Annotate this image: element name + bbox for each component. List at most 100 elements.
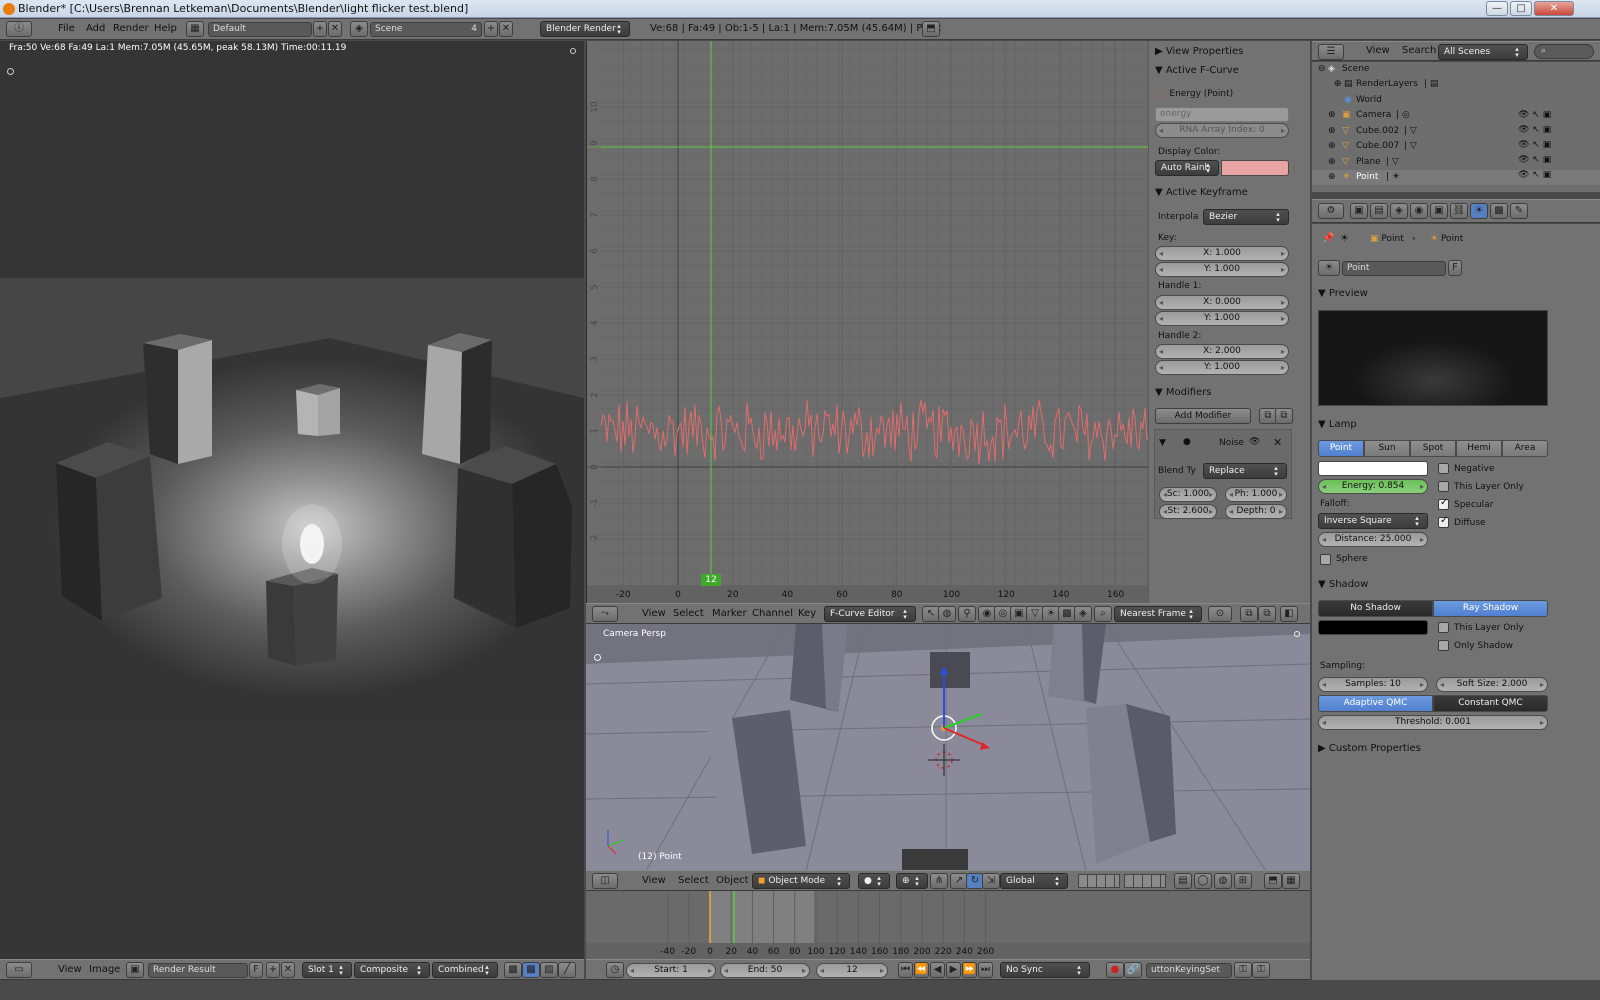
- paste-modifier-icon[interactable]: ⧉: [1275, 408, 1293, 424]
- lamp-data-tab-icon[interactable]: ☀: [1470, 203, 1488, 219]
- menu-select[interactable]: Select: [678, 874, 709, 888]
- transform-orientation-dropdown[interactable]: Global: [1000, 873, 1068, 889]
- diffuse-checkbox[interactable]: [1438, 515, 1449, 528]
- search-icon[interactable]: ⌕: [1094, 606, 1112, 622]
- collapse-icon[interactable]: ▼: [1159, 438, 1166, 448]
- outliner-item-camera[interactable]: ⊕ ▣ Camera | ◎: [1312, 108, 1600, 123]
- outliner-item-world[interactable]: ◉ World: [1312, 93, 1600, 108]
- panel-modifiers[interactable]: ▼ Modifiers: [1155, 387, 1212, 398]
- panel-shadow[interactable]: ▼ Shadow: [1318, 579, 1368, 590]
- menu-search[interactable]: Search: [1402, 44, 1436, 58]
- opengl-render-icon[interactable]: ▦: [1282, 873, 1300, 889]
- unlink-image-button[interactable]: ✕: [281, 962, 295, 978]
- render-layer-dropdown[interactable]: Composite: [354, 962, 430, 978]
- sync-mode-dropdown[interactable]: No Sync: [1000, 962, 1090, 978]
- handle1-x-field[interactable]: X: 0.000: [1155, 295, 1289, 310]
- outliner-item-plane[interactable]: ⊕ ▽ Plane | ▽: [1312, 155, 1600, 170]
- noise-strength-field[interactable]: St: 2.600: [1159, 504, 1217, 519]
- lamp-datablock-field[interactable]: Point: [1342, 261, 1446, 276]
- key-y-field[interactable]: Y: 1.000: [1155, 262, 1289, 277]
- maximize-button[interactable]: □: [1510, 1, 1532, 16]
- menu-view[interactable]: View: [1366, 44, 1390, 58]
- only-shadow-checkbox[interactable]: [1438, 640, 1449, 651]
- menu-view[interactable]: View: [642, 607, 666, 621]
- restrict-toggles[interactable]: 👁 ↖ ▣ 👁 ↖ ▣ 👁 ↖ ▣ 👁 ↖ ▣ 👁 ↖ ▣: [1518, 108, 1551, 183]
- color-alpha-icon[interactable]: ▩: [522, 962, 540, 978]
- lamp-type-spot[interactable]: Spot: [1410, 440, 1456, 457]
- menu-key[interactable]: Key: [798, 607, 816, 621]
- render-tab-icon[interactable]: ▣: [1350, 203, 1368, 219]
- play-icon[interactable]: ▶: [946, 962, 961, 978]
- timeline-plot[interactable]: -40 -20 0 20 40 60 80 100 120 140 160 180 200 220 240 2…: [586, 891, 1310, 959]
- object-tab-icon[interactable]: ▣: [1430, 203, 1448, 219]
- snap-element-icon[interactable]: ⊞: [1234, 873, 1252, 889]
- filter-icon[interactable]: ⚲: [958, 606, 976, 622]
- outliner-search-field[interactable]: ⌕: [1534, 44, 1594, 59]
- region-toggle-icon[interactable]: [7, 68, 14, 75]
- noise-phase-field[interactable]: Ph: 1.000: [1225, 487, 1287, 502]
- panel-view-properties[interactable]: ▶ View Properties: [1155, 46, 1243, 57]
- color-mode-dropdown[interactable]: Auto Rainb: [1155, 160, 1219, 176]
- lamp-type-hemi[interactable]: Hemi: [1456, 440, 1502, 457]
- editor-type-outliner-icon[interactable]: ☰: [1318, 44, 1344, 60]
- outliner-item-cube002[interactable]: ⊕ ▽ Cube.002 | ▽: [1312, 124, 1600, 139]
- negative-checkbox[interactable]: [1438, 463, 1449, 474]
- alpha-display-icon[interactable]: ▩: [504, 962, 522, 978]
- play-reverse-icon[interactable]: ◀: [930, 962, 945, 978]
- graph-mode-dropdown[interactable]: F-Curve Editor: [824, 606, 916, 622]
- falloff-dropdown[interactable]: Inverse Square: [1318, 513, 1428, 529]
- image-browse-icon[interactable]: ▣: [126, 962, 144, 978]
- prev-key-icon[interactable]: ⏪: [914, 962, 929, 978]
- keying-set-field[interactable]: uttonKeyingSet: [1146, 963, 1232, 978]
- render-engine-dropdown[interactable]: Blender Render: [540, 21, 630, 37]
- keying-set-icon[interactable]: 🔗: [1124, 962, 1142, 978]
- handle2-x-field[interactable]: X: 2.000: [1155, 344, 1289, 359]
- editor-type-properties-icon[interactable]: ⚙: [1318, 203, 1344, 219]
- display-color-swatch[interactable]: [1221, 160, 1289, 176]
- z-buffer-icon[interactable]: ▨: [540, 962, 558, 978]
- menu-help[interactable]: Help: [154, 22, 177, 36]
- shadow-color-swatch[interactable]: [1318, 620, 1428, 635]
- 3d-viewport[interactable]: Camera Persp (12) Point: [586, 624, 1310, 871]
- blend-type-dropdown[interactable]: Replace: [1203, 463, 1287, 479]
- specular-checkbox[interactable]: [1438, 497, 1449, 510]
- outliner-item-scene[interactable]: ⊖ ◈ Scene: [1312, 62, 1600, 77]
- pin-icon[interactable]: 📌: [1322, 233, 1334, 244]
- next-key-icon[interactable]: ⏩: [962, 962, 977, 978]
- noise-depth-field[interactable]: Depth: 0: [1225, 504, 1287, 519]
- remove-modifier-icon[interactable]: ✕: [1273, 436, 1282, 449]
- screen-layout-icon[interactable]: ▦: [186, 21, 204, 37]
- renderlayers-tab-icon[interactable]: ▤: [1370, 203, 1388, 219]
- lock-layers-icon[interactable]: ▤: [1174, 873, 1192, 889]
- soft-size-field[interactable]: Soft Size: 2.000: [1436, 677, 1548, 692]
- snap-dropdown[interactable]: Nearest Frame: [1114, 606, 1202, 622]
- this-layer-only-checkbox[interactable]: [1438, 481, 1449, 492]
- screenshot-icon[interactable]: ⬒: [922, 21, 940, 37]
- distance-field[interactable]: Distance: 25.000: [1318, 532, 1428, 547]
- lamp-type-point[interactable]: Point: [1318, 440, 1364, 457]
- panel-active-keyframe[interactable]: ▼ Active Keyframe: [1155, 187, 1248, 198]
- outliner-item-point[interactable]: ⊕ ☀ Point | ☀: [1312, 170, 1600, 185]
- menu-object[interactable]: Object: [716, 874, 749, 888]
- fake-user-button[interactable]: F: [249, 962, 263, 978]
- lamp-fake-user-button[interactable]: F: [1448, 260, 1462, 276]
- render-pass-dropdown[interactable]: Combined: [432, 962, 498, 978]
- copy-keys-icon[interactable]: ⧉: [1240, 606, 1258, 622]
- fcurve-plot[interactable]: 109876543210-1-2 -2002040608010012014016…: [587, 41, 1148, 603]
- pivot-icon[interactable]: ⊙: [1208, 606, 1232, 622]
- jump-start-icon[interactable]: ⏮: [898, 962, 913, 978]
- scene-icon[interactable]: ◈: [350, 21, 368, 37]
- close-window-button[interactable]: ✕: [1534, 1, 1574, 16]
- panel-preview[interactable]: ▼ Preview: [1318, 288, 1368, 299]
- paste-keys-icon[interactable]: ⧉: [1258, 606, 1276, 622]
- panel-custom-properties[interactable]: ▶ Custom Properties: [1318, 743, 1421, 754]
- ghost-icon[interactable]: ◍: [938, 606, 956, 622]
- eye-icon[interactable]: 👁: [1249, 437, 1260, 447]
- render-slot-dropdown[interactable]: Slot 1: [302, 962, 352, 978]
- menu-add[interactable]: Add: [86, 22, 105, 36]
- delete-screen-button[interactable]: ✕: [328, 21, 342, 37]
- end-frame-field[interactable]: End: 50: [720, 963, 810, 978]
- current-frame-field[interactable]: 12: [816, 963, 888, 978]
- shadow-this-layer-only-checkbox[interactable]: [1438, 622, 1449, 633]
- node-filter-icon[interactable]: ◈: [1074, 606, 1092, 622]
